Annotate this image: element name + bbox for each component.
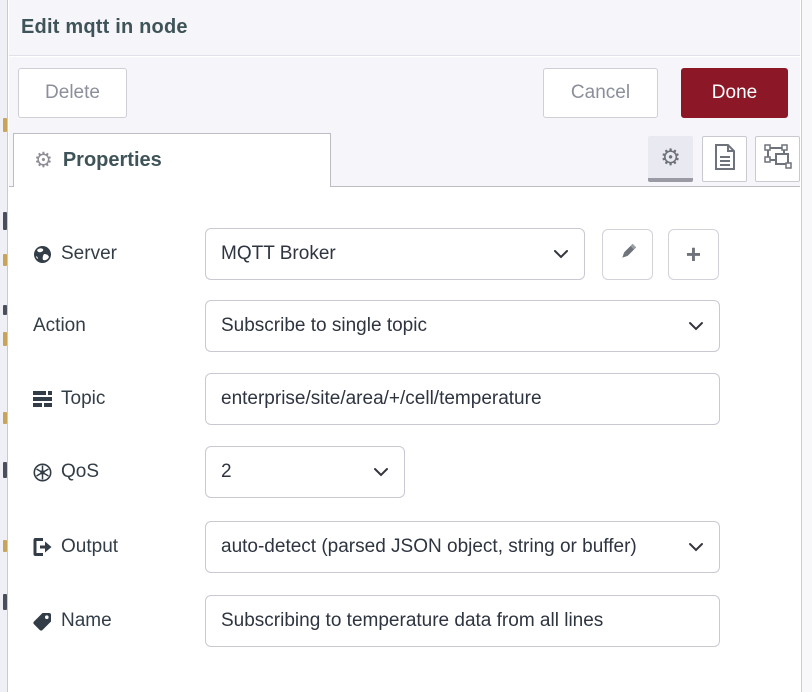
workspace-node-fragment [3,594,7,610]
edit-server-button[interactable] [602,229,653,280]
sign-out-icon [33,538,52,556]
server-row: Server MQTT Broker [9,228,800,280]
workspace-node-fragment [3,462,7,478]
add-server-button[interactable]: + [668,229,719,280]
name-input[interactable] [205,595,720,647]
pencil-icon [618,242,638,267]
chevron-down-icon [553,243,569,265]
gear-icon: ⚙ [34,150,53,171]
output-row: Output auto-detect (parsed JSON object, … [9,521,800,573]
tab-node-properties-button[interactable]: ⚙ [648,136,693,182]
properties-form: Server MQTT Broker [9,187,800,692]
topic-label: Topic [9,388,205,410]
globe-icon [33,245,52,264]
workspace-node-fragment [3,540,7,552]
scrollbar-gutter[interactable] [801,0,812,692]
topic-input[interactable] [205,373,720,425]
dialog-header: Edit mqtt in node [9,0,800,56]
chevron-down-icon [688,315,704,337]
qos-select[interactable]: 2 [205,446,405,498]
editor-tab-bar: ⚙ Properties ⚙ [9,130,800,187]
doc-icon [713,143,737,176]
action-label: Action [9,315,205,337]
server-select-value: MQTT Broker [221,243,543,265]
chevron-down-icon [688,536,704,558]
action-row: Action Subscribe to single topic [9,300,800,352]
appearance-icon [764,144,792,175]
workspace-node-fragment [3,412,7,424]
server-select[interactable]: MQTT Broker [205,228,585,280]
name-label: Name [9,610,205,632]
tab-properties-label: Properties [63,149,162,172]
dialog-button-bar: Delete Cancel Done [9,57,800,130]
topic-row: Topic [9,373,800,425]
server-label: Server [9,243,205,265]
name-row: Name [9,595,800,647]
output-select-value: auto-detect (parsed JSON object, string … [221,536,678,558]
gear-icon: ⚙ [660,144,681,171]
action-select-value: Subscribe to single topic [221,315,678,337]
tag-icon [33,612,52,631]
empire-icon [33,463,52,482]
action-select[interactable]: Subscribe to single topic [205,300,720,352]
plus-icon: + [686,241,701,267]
tab-properties[interactable]: ⚙ Properties [13,133,331,187]
qos-select-value: 2 [221,461,363,483]
workspace-node-fragment [3,254,7,266]
output-select[interactable]: auto-detect (parsed JSON object, string … [205,521,720,573]
tab-appearance-button[interactable] [755,136,800,182]
workspace-node-fragment [3,118,7,132]
cancel-button[interactable]: Cancel [543,68,658,118]
workspace-edge [0,0,8,692]
qos-label: QoS [9,461,205,483]
tasks-icon [33,391,52,407]
done-button[interactable]: Done [681,68,788,118]
chevron-down-icon [373,461,389,483]
workspace-node-fragment [3,305,7,315]
edit-node-dialog: Edit mqtt in node Delete Cancel Done ⚙ P… [9,0,800,692]
workspace-node-fragment [3,332,7,346]
tab-description-button[interactable] [702,136,747,182]
delete-button[interactable]: Delete [18,68,127,118]
workspace-node-fragment [3,212,7,230]
dialog-title: Edit mqtt in node [9,16,188,39]
qos-row: QoS 2 [9,446,800,498]
output-label: Output [9,536,205,558]
